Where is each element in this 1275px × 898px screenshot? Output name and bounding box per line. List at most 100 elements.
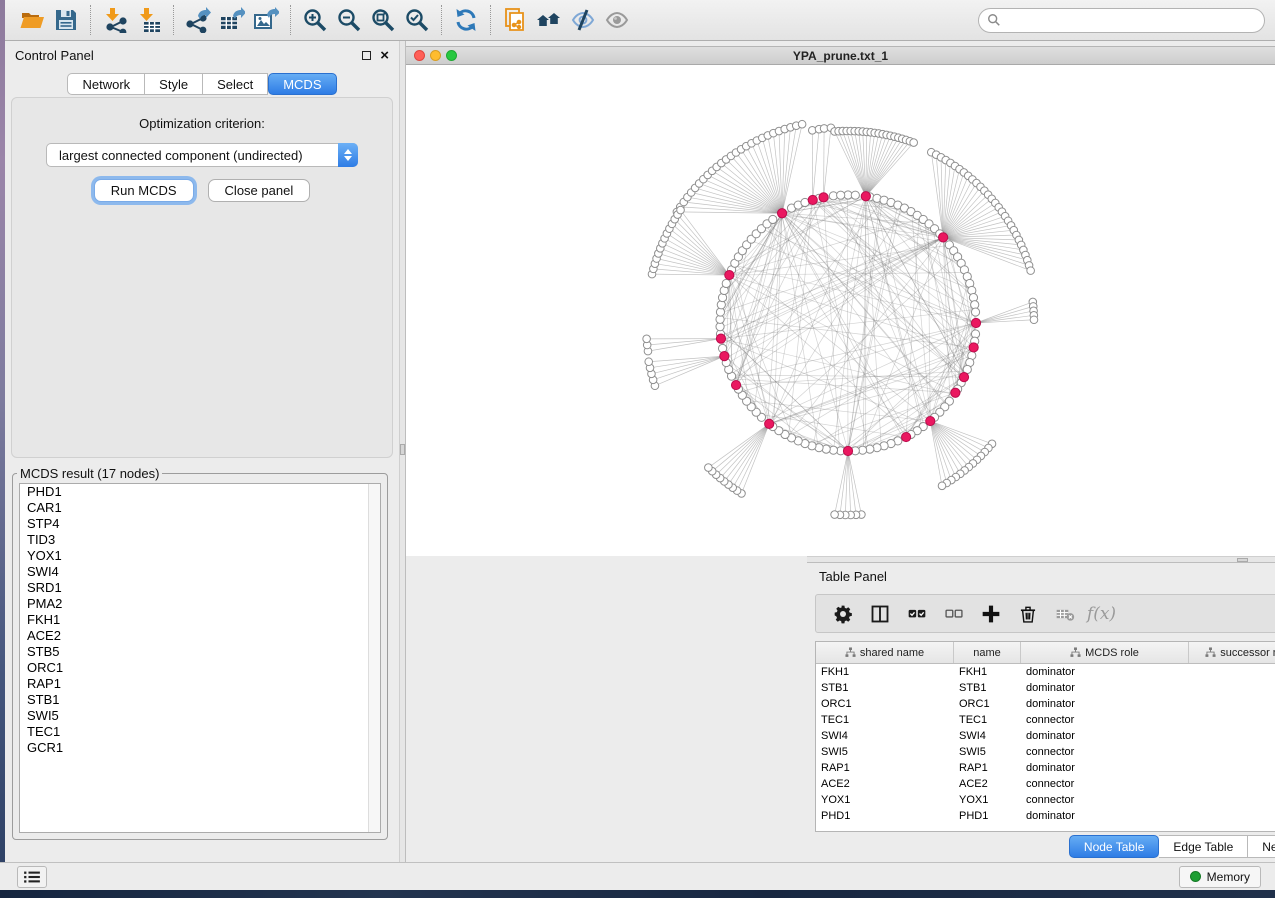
mcds-result-item[interactable]: FKH1 [20, 612, 380, 628]
network-canvas[interactable] [406, 65, 1275, 556]
save-session-icon[interactable] [49, 4, 83, 36]
mcds-result-item[interactable]: RAP1 [20, 676, 380, 692]
network-from-selection-icon[interactable] [498, 4, 532, 36]
mcds-result-item[interactable]: STP4 [20, 516, 380, 532]
column-type-icon [1070, 647, 1081, 658]
export-image-icon[interactable] [249, 4, 283, 36]
column-header-name[interactable]: name [954, 642, 1021, 663]
column-header-successor-nodes[interactable]: successor nodes [1189, 642, 1275, 663]
node-table-header: shared name name MCDS role successor nod… [816, 642, 1275, 664]
table-row[interactable]: TEC1TEC1connector472 [816, 712, 1275, 728]
task-list-icon [23, 870, 41, 884]
horizontal-splitter[interactable] [807, 556, 1275, 563]
mcds-list-scrollbar[interactable] [368, 484, 380, 832]
table-panel-titlebar: Table Panel × [807, 563, 1275, 589]
zoom-out-icon[interactable] [332, 4, 366, 36]
mcds-result-item[interactable]: PMA2 [20, 596, 380, 612]
memory-status-icon [1190, 871, 1201, 882]
table-row[interactable]: ACE2ACE2connector311 [816, 776, 1275, 792]
delete-columns-icon[interactable] [1009, 599, 1046, 629]
mcds-result-item[interactable]: PHD1 [20, 484, 380, 500]
tab-style[interactable]: Style [145, 73, 203, 95]
hide-selected-icon[interactable] [566, 4, 600, 36]
mcds-panel: Optimization criterion: largest connecte… [11, 97, 393, 458]
tab-network-table[interactable]: Network Table [1248, 835, 1275, 858]
status-bar: Memory [0, 862, 1275, 890]
table-cell: 18 [1189, 810, 1275, 822]
network-window-titlebar[interactable]: YPA_prune.txt_1 [406, 46, 1275, 65]
tab-edge-table[interactable]: Edge Table [1159, 835, 1248, 858]
splitter-handle[interactable] [400, 444, 405, 455]
table-cell: RAP1 [954, 762, 1021, 774]
close-panel-button[interactable]: Close panel [208, 179, 311, 202]
float-panel-icon[interactable] [362, 51, 371, 60]
tab-mcds[interactable]: MCDS [268, 73, 336, 95]
table-cell: 46 [1189, 730, 1275, 742]
function-builder-icon[interactable]: f(x) [1083, 599, 1120, 629]
table-cell: PHD1 [954, 810, 1021, 822]
show-columns-icon[interactable] [861, 599, 898, 629]
export-table-icon[interactable] [215, 4, 249, 36]
network-graph[interactable] [406, 65, 1275, 556]
search-field[interactable] [978, 8, 1265, 33]
refresh-layout-icon[interactable] [449, 4, 483, 36]
run-mcds-button[interactable]: Run MCDS [94, 179, 194, 202]
table-cell: PHD1 [816, 810, 954, 822]
show-hidden-icon[interactable] [600, 4, 634, 36]
mcds-result-item[interactable]: SRD1 [20, 580, 380, 596]
close-panel-icon[interactable]: × [380, 51, 389, 60]
table-panel-title: Table Panel [819, 569, 887, 584]
export-network-icon[interactable] [181, 4, 215, 36]
mcds-result-item[interactable]: YOX1 [20, 548, 380, 564]
table-row[interactable]: SWI5SWI5connector431 [816, 744, 1275, 760]
mcds-result-item[interactable]: SWI5 [20, 708, 380, 724]
import-table-icon[interactable] [132, 4, 166, 36]
memory-button[interactable]: Memory [1179, 866, 1261, 888]
mcds-result-item[interactable]: ORC1 [20, 660, 380, 676]
control-panel-titlebar: Control Panel × [5, 41, 399, 69]
settings-icon[interactable] [824, 599, 861, 629]
tab-node-table[interactable]: Node Table [1069, 835, 1160, 858]
mcds-result-item[interactable]: ACE2 [20, 628, 380, 644]
table-row[interactable]: STB1STB1dominator620 [816, 680, 1275, 696]
select-all-icon[interactable] [898, 599, 935, 629]
search-icon [987, 13, 1001, 27]
table-row[interactable]: YOX1YOX1connector291 [816, 792, 1275, 808]
mcds-result-item[interactable]: SWI4 [20, 564, 380, 580]
mcds-result-item[interactable]: STB1 [20, 692, 380, 708]
mcds-result-list[interactable]: PHD1CAR1STP4TID3YOX1SWI4SRD1PMA2FKH1ACE2… [19, 483, 381, 833]
table-row[interactable]: RAP1RAP1dominator352 [816, 760, 1275, 776]
column-header-mcds-role[interactable]: MCDS role [1021, 642, 1189, 663]
table-cell: TEC1 [954, 714, 1021, 726]
import-network-icon[interactable] [98, 4, 132, 36]
delete-table-icon[interactable] [1046, 599, 1083, 629]
zoom-in-icon[interactable] [298, 4, 332, 36]
first-neighbors-icon[interactable] [532, 4, 566, 36]
vertical-splitter[interactable] [399, 41, 406, 862]
table-tabs: Node Table Edge Table Network Table Moti… [1069, 835, 1275, 858]
optimization-criterion-select[interactable]: largest connected component (undirected) [46, 143, 358, 167]
mcds-result-item[interactable]: TEC1 [20, 724, 380, 740]
mcds-result-item[interactable]: CAR1 [20, 500, 380, 516]
table-row[interactable]: FKH1FKH1dominator962 [816, 664, 1275, 680]
column-header-shared-name[interactable]: shared name [816, 642, 954, 663]
tab-network[interactable]: Network [67, 73, 145, 95]
mcds-result-item[interactable]: STB5 [20, 644, 380, 660]
table-cell: YOX1 [954, 794, 1021, 806]
zoom-selected-icon[interactable] [400, 4, 434, 36]
tab-select[interactable]: Select [203, 73, 268, 95]
zoom-fit-icon[interactable] [366, 4, 400, 36]
splitter-handle[interactable] [1237, 558, 1248, 562]
open-file-icon[interactable] [15, 4, 49, 36]
create-column-icon[interactable] [972, 599, 1009, 629]
search-input[interactable] [1006, 13, 1256, 28]
task-history-button[interactable] [17, 866, 47, 888]
table-row[interactable]: PHD1PHD1dominator180 [816, 808, 1275, 824]
table-row[interactable]: ORC1ORC1dominator610 [816, 696, 1275, 712]
table-cell: FKH1 [816, 666, 954, 678]
table-row[interactable]: SWI4SWI4dominator462 [816, 728, 1275, 744]
deselect-all-icon[interactable] [935, 599, 972, 629]
mcds-result-item[interactable]: TID3 [20, 532, 380, 548]
mcds-result-items: PHD1CAR1STP4TID3YOX1SWI4SRD1PMA2FKH1ACE2… [20, 484, 380, 756]
mcds-result-item[interactable]: GCR1 [20, 740, 380, 756]
